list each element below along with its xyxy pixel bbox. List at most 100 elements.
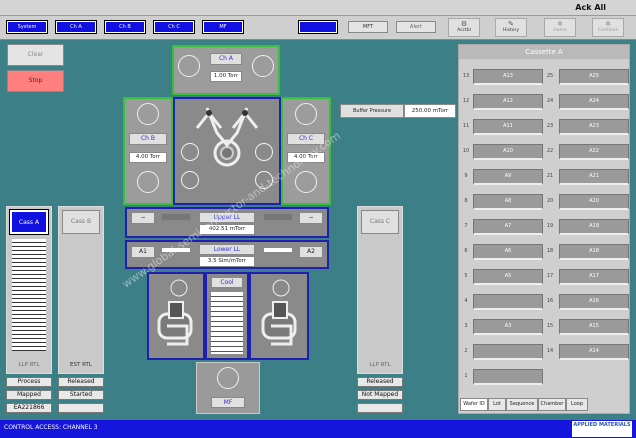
wafer-position: [137, 103, 159, 125]
lower-ll-wafer-right: [263, 247, 293, 253]
nav-system-button[interactable]: System: [6, 20, 48, 34]
nav-alert-button[interactable]: Alert: [396, 21, 436, 33]
upper-ll-slot-left: [161, 213, 191, 221]
tab-lot[interactable]: Lot: [488, 398, 506, 411]
nav-chb-button[interactable]: Ch B: [104, 20, 146, 34]
tab-wafer-id[interactable]: Wafer ID: [460, 398, 488, 411]
nav-mf-button[interactable]: MF: [202, 20, 244, 34]
cassette-slot[interactable]: A8: [473, 194, 543, 210]
cassette-slot[interactable]: [473, 344, 543, 360]
gear-icon: ✱: [605, 20, 611, 28]
wafer-position: [252, 55, 274, 77]
cassette-slot[interactable]: A11: [473, 119, 543, 135]
upper-ll-right-button[interactable]: −: [299, 212, 323, 224]
slot-number: 18: [546, 248, 554, 254]
cassette-slot[interactable]: A10: [473, 144, 543, 160]
chamber-b-label: Ch B: [129, 133, 167, 145]
cassette-slot[interactable]: A21: [559, 169, 629, 185]
nav-grey-indicator[interactable]: [298, 20, 338, 34]
cassette-slot[interactable]: A23: [559, 119, 629, 135]
cassette-slot[interactable]: A3: [473, 319, 543, 335]
ack-all-button[interactable]: Ack All: [575, 3, 606, 12]
stop-button[interactable]: Stop: [7, 70, 64, 92]
cassette-c-button[interactable]: Cass C: [361, 210, 399, 234]
status-bar: CONTROL ACCESS: CHANNEL 3 APPLIED MATERI…: [0, 420, 636, 438]
wafer-position: [178, 55, 200, 77]
cassette-slot[interactable]: A9: [473, 169, 543, 185]
cassette-slot[interactable]: A18: [559, 244, 629, 260]
slot-number: 6: [464, 248, 468, 254]
robot-arm-icon: [261, 279, 297, 346]
chamber-a-pressure: 1.00 Torr: [210, 71, 242, 82]
slot-number: 23: [546, 123, 554, 129]
upper-ll-left-button[interactable]: −: [131, 212, 155, 224]
cassette-b-status-3: [58, 403, 104, 413]
cassette-a-status-1: Process: [6, 377, 52, 387]
continue-button[interactable]: ✱ Continue: [592, 18, 624, 37]
chamber-b[interactable]: Ch B 4.00 Torr: [123, 97, 173, 205]
nav-mft-button[interactable]: MFT: [348, 21, 388, 33]
clear-button[interactable]: Clear: [7, 44, 64, 66]
wafer-position: [295, 171, 317, 193]
slot-number: 9: [464, 173, 468, 179]
home-button[interactable]: ✱ Home: [544, 18, 576, 37]
cassette-c-panel[interactable]: Cass C LLP RTL: [357, 206, 403, 374]
slot-number: 15: [546, 323, 554, 329]
cassette-b-button[interactable]: Cass B: [62, 210, 100, 234]
title-bar: Ack All: [0, 0, 636, 16]
cassette-slot[interactable]: A22: [559, 144, 629, 160]
cassette-c-status-3: [357, 403, 403, 413]
cassette-slot[interactable]: A12: [473, 94, 543, 110]
cassette-c-status-2: Not Mapped: [357, 390, 403, 400]
lower-ll-right-button[interactable]: A2: [299, 246, 323, 258]
cassette-slot[interactable]: A14: [559, 344, 629, 360]
cassette-b-status-1: Released: [58, 377, 104, 387]
wafer-position: [137, 171, 159, 193]
cassette-a-panel[interactable]: Cass A LLP RTL: [6, 206, 52, 374]
slot-number: 20: [546, 198, 554, 204]
slot-number: 24: [546, 98, 554, 104]
upper-ll-slot-right: [263, 213, 293, 221]
slot-number: 2: [464, 348, 468, 354]
tab-sequence[interactable]: Sequence: [506, 398, 538, 411]
cassette-slot[interactable]: A6: [473, 244, 543, 260]
cassette-slot[interactable]: A17: [559, 269, 629, 285]
mf-station[interactable]: MF: [196, 362, 260, 414]
cassette-slot[interactable]: A15: [559, 319, 629, 335]
cassette-slot[interactable]: A19: [559, 219, 629, 235]
chamber-a-label: Ch A: [210, 53, 242, 65]
cassette-slot[interactable]: A13: [473, 69, 543, 85]
cassette-slot[interactable]: A24: [559, 94, 629, 110]
acctbl-button[interactable]: ⚙ Acctbl: [448, 18, 480, 37]
cassette-a-status-3: EA221866: [6, 403, 52, 413]
cassette-slot[interactable]: A5: [473, 269, 543, 285]
cassette-slot[interactable]: [473, 369, 543, 385]
nav-chc-button[interactable]: Ch C: [153, 20, 195, 34]
cassette-a-status-2: Mapped: [6, 390, 52, 400]
chamber-a[interactable]: Ch A 1.00 Torr: [172, 45, 280, 95]
slot-number: 25: [546, 73, 554, 79]
wafer-position: [295, 103, 317, 125]
cassette-a-wafer-map: [12, 239, 46, 351]
chamber-b-pressure: 4.00 Torr: [129, 152, 167, 163]
history-button[interactable]: ✎ History: [495, 18, 527, 37]
cassette-slot[interactable]: A7: [473, 219, 543, 235]
cassette-slot[interactable]: A20: [559, 194, 629, 210]
cool-label: Cool: [211, 277, 243, 288]
cassette-c-status-1: Released: [357, 377, 403, 387]
nav-cha-button[interactable]: Ch A: [55, 20, 97, 34]
cassette-b-panel[interactable]: Cass B EST RTL: [58, 206, 104, 374]
home-label: Home: [553, 28, 567, 33]
slot-number: 8: [464, 198, 468, 204]
cassette-slot[interactable]: A16: [559, 294, 629, 310]
slot-number: 4: [464, 298, 468, 304]
transfer-robot-icon: [195, 107, 259, 167]
cool-station[interactable]: Cool: [205, 272, 249, 360]
acctbl-label: Acctbl: [457, 28, 471, 33]
tab-chamber[interactable]: Chamber: [538, 398, 566, 411]
cassette-a-button[interactable]: Cass A: [9, 209, 49, 235]
tab-loop[interactable]: Loop: [566, 398, 588, 411]
lower-ll-left-button[interactable]: A1: [131, 246, 155, 258]
cassette-slot[interactable]: A25: [559, 69, 629, 85]
cassette-slot[interactable]: [473, 294, 543, 310]
